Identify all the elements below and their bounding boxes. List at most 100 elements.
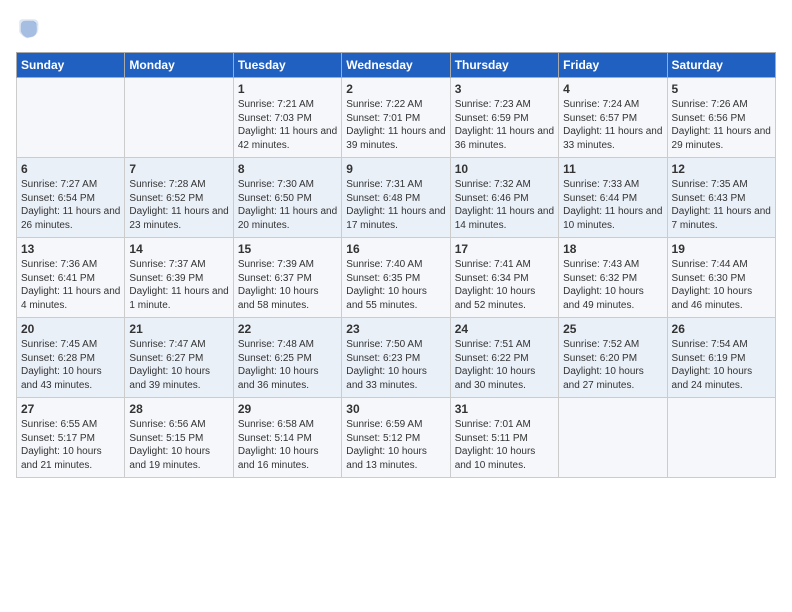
day-info: Sunrise: 7:30 AM Sunset: 6:50 PM Dayligh… <box>238 178 337 232</box>
day-number: 19 <box>672 242 771 256</box>
day-info: Sunrise: 7:52 AM Sunset: 6:20 PM Dayligh… <box>563 338 662 392</box>
day-number: 2 <box>346 82 445 96</box>
day-number: 23 <box>346 322 445 336</box>
day-info: Sunrise: 7:39 AM Sunset: 6:37 PM Dayligh… <box>238 258 337 312</box>
day-info: Sunrise: 7:32 AM Sunset: 6:46 PM Dayligh… <box>455 178 554 232</box>
day-number: 13 <box>21 242 120 256</box>
day-info: Sunrise: 7:54 AM Sunset: 6:19 PM Dayligh… <box>672 338 771 392</box>
day-info: Sunrise: 7:33 AM Sunset: 6:44 PM Dayligh… <box>563 178 662 232</box>
day-info: Sunrise: 7:27 AM Sunset: 6:54 PM Dayligh… <box>21 178 120 232</box>
calendar-cell: 3 Sunrise: 7:23 AM Sunset: 6:59 PM Daylig… <box>450 78 558 158</box>
day-number: 21 <box>129 322 228 336</box>
calendar-cell: 17 Sunrise: 7:41 AM Sunset: 6:34 PM Dayli… <box>450 238 558 318</box>
day-info: Sunrise: 7:40 AM Sunset: 6:35 PM Dayligh… <box>346 258 445 312</box>
day-number: 28 <box>129 402 228 416</box>
day-number: 31 <box>455 402 554 416</box>
day-number: 30 <box>346 402 445 416</box>
calendar-cell: 8 Sunrise: 7:30 AM Sunset: 6:50 PM Daylig… <box>233 158 341 238</box>
calendar-cell: 5Sunrise: 7:26 AM Sunset: 6:56 PM Daylig… <box>667 78 775 158</box>
calendar-cell: 18Sunrise: 7:43 AM Sunset: 6:32 PM Dayli… <box>559 238 667 318</box>
day-number: 3 <box>455 82 554 96</box>
day-info: Sunrise: 7:36 AM Sunset: 6:41 PM Dayligh… <box>21 258 120 312</box>
calendar-cell: 14Sunrise: 7:37 AM Sunset: 6:39 PM Dayli… <box>125 238 233 318</box>
calendar-cell: 2 Sunrise: 7:22 AM Sunset: 7:01 PM Daylig… <box>342 78 450 158</box>
day-info: Sunrise: 6:59 AM Sunset: 5:12 PM Dayligh… <box>346 418 445 472</box>
day-info: Sunrise: 7:28 AM Sunset: 6:52 PM Dayligh… <box>129 178 228 232</box>
col-header-friday: Friday <box>559 53 667 78</box>
calendar-cell <box>667 398 775 478</box>
calendar-cell: 16Sunrise: 7:40 AM Sunset: 6:35 PM Dayli… <box>342 238 450 318</box>
calendar-cell: 4 Sunrise: 7:24 AM Sunset: 6:57 PM Daylig… <box>559 78 667 158</box>
calendar-cell: 10 Sunrise: 7:32 AM Sunset: 6:46 PM Dayli… <box>450 158 558 238</box>
day-number: 11 <box>563 162 662 176</box>
col-header-tuesday: Tuesday <box>233 53 341 78</box>
calendar-table: SundayMondayTuesdayWednesdayThursdayFrid… <box>16 52 776 478</box>
calendar-cell: 24 Sunrise: 7:51 AM Sunset: 6:22 PM Dayli… <box>450 318 558 398</box>
day-number: 12 <box>672 162 771 176</box>
col-header-saturday: Saturday <box>667 53 775 78</box>
day-number: 10 <box>455 162 554 176</box>
calendar-cell: 7 Sunrise: 7:28 AM Sunset: 6:52 PM Daylig… <box>125 158 233 238</box>
calendar-cell: 29 Sunrise: 6:58 AM Sunset: 5:14 PM Dayli… <box>233 398 341 478</box>
day-number: 29 <box>238 402 337 416</box>
calendar-cell: 15 Sunrise: 7:39 AM Sunset: 6:37 PM Dayli… <box>233 238 341 318</box>
week-row-4: 20 Sunrise: 7:45 AM Sunset: 6:28 PM Dayli… <box>17 318 776 398</box>
logo-icon <box>16 16 40 40</box>
calendar-cell: 26 Sunrise: 7:54 AM Sunset: 6:19 PM Dayli… <box>667 318 775 398</box>
day-info: Sunrise: 7:23 AM Sunset: 6:59 PM Dayligh… <box>455 98 554 152</box>
calendar-cell: 9Sunrise: 7:31 AM Sunset: 6:48 PM Daylig… <box>342 158 450 238</box>
col-header-monday: Monday <box>125 53 233 78</box>
day-info: Sunrise: 7:41 AM Sunset: 6:34 PM Dayligh… <box>455 258 554 312</box>
week-row-3: 13 Sunrise: 7:36 AM Sunset: 6:41 PM Dayli… <box>17 238 776 318</box>
day-number: 8 <box>238 162 337 176</box>
calendar-cell: 21 Sunrise: 7:47 AM Sunset: 6:27 PM Dayli… <box>125 318 233 398</box>
calendar-cell: 6 Sunrise: 7:27 AM Sunset: 6:54 PM Daylig… <box>17 158 125 238</box>
day-number: 25 <box>563 322 662 336</box>
col-header-wednesday: Wednesday <box>342 53 450 78</box>
calendar-cell: 28 Sunrise: 6:56 AM Sunset: 5:15 PM Dayli… <box>125 398 233 478</box>
day-info: Sunrise: 7:48 AM Sunset: 6:25 PM Dayligh… <box>238 338 337 392</box>
day-number: 26 <box>672 322 771 336</box>
col-header-thursday: Thursday <box>450 53 558 78</box>
day-number: 7 <box>129 162 228 176</box>
calendar-cell: 20 Sunrise: 7:45 AM Sunset: 6:28 PM Dayli… <box>17 318 125 398</box>
day-number: 1 <box>238 82 337 96</box>
day-number: 22 <box>238 322 337 336</box>
day-info: Sunrise: 7:50 AM Sunset: 6:23 PM Dayligh… <box>346 338 445 392</box>
day-number: 4 <box>563 82 662 96</box>
logo <box>16 16 44 40</box>
calendar-cell: 1Sunrise: 7:21 AM Sunset: 7:03 PM Daylig… <box>233 78 341 158</box>
day-info: Sunrise: 7:35 AM Sunset: 6:43 PM Dayligh… <box>672 178 771 232</box>
day-info: Sunrise: 7:43 AM Sunset: 6:32 PM Dayligh… <box>563 258 662 312</box>
page-header <box>16 16 776 40</box>
day-number: 14 <box>129 242 228 256</box>
day-info: Sunrise: 7:51 AM Sunset: 6:22 PM Dayligh… <box>455 338 554 392</box>
day-number: 27 <box>21 402 120 416</box>
day-number: 20 <box>21 322 120 336</box>
week-row-1: 1Sunrise: 7:21 AM Sunset: 7:03 PM Daylig… <box>17 78 776 158</box>
calendar-cell: 30 Sunrise: 6:59 AM Sunset: 5:12 PM Dayli… <box>342 398 450 478</box>
header-row: SundayMondayTuesdayWednesdayThursdayFrid… <box>17 53 776 78</box>
day-info: Sunrise: 7:22 AM Sunset: 7:01 PM Dayligh… <box>346 98 445 152</box>
day-info: Sunrise: 6:56 AM Sunset: 5:15 PM Dayligh… <box>129 418 228 472</box>
calendar-cell: 25 Sunrise: 7:52 AM Sunset: 6:20 PM Dayli… <box>559 318 667 398</box>
day-number: 24 <box>455 322 554 336</box>
calendar-cell <box>17 78 125 158</box>
calendar-cell <box>559 398 667 478</box>
day-number: 6 <box>21 162 120 176</box>
day-info: Sunrise: 7:45 AM Sunset: 6:28 PM Dayligh… <box>21 338 120 392</box>
calendar-cell: 19 Sunrise: 7:44 AM Sunset: 6:30 PM Dayli… <box>667 238 775 318</box>
calendar-cell: 22 Sunrise: 7:48 AM Sunset: 6:25 PM Dayli… <box>233 318 341 398</box>
calendar-cell <box>125 78 233 158</box>
day-info: Sunrise: 7:47 AM Sunset: 6:27 PM Dayligh… <box>129 338 228 392</box>
day-info: Sunrise: 7:24 AM Sunset: 6:57 PM Dayligh… <box>563 98 662 152</box>
calendar-cell: 27 Sunrise: 6:55 AM Sunset: 5:17 PM Dayli… <box>17 398 125 478</box>
day-info: Sunrise: 7:44 AM Sunset: 6:30 PM Dayligh… <box>672 258 771 312</box>
calendar-cell: 11 Sunrise: 7:33 AM Sunset: 6:44 PM Dayli… <box>559 158 667 238</box>
day-info: Sunrise: 6:58 AM Sunset: 5:14 PM Dayligh… <box>238 418 337 472</box>
day-info: Sunrise: 6:55 AM Sunset: 5:17 PM Dayligh… <box>21 418 120 472</box>
day-number: 15 <box>238 242 337 256</box>
day-number: 17 <box>455 242 554 256</box>
day-info: Sunrise: 7:26 AM Sunset: 6:56 PM Dayligh… <box>672 98 771 152</box>
calendar-cell: 31Sunrise: 7:01 AM Sunset: 5:11 PM Dayli… <box>450 398 558 478</box>
